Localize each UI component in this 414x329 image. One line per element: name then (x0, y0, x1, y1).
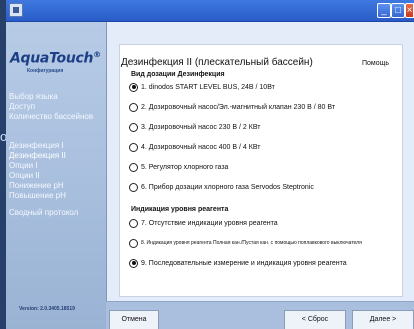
radio-option-label: 2. Дозировочный насос/Эл.-магнитный клап… (141, 103, 336, 111)
logo: AquaTouch® (10, 50, 101, 67)
nav-group-settings: Дезинфекция I Дезинфекция II Опции I Опц… (9, 141, 66, 201)
radio-icon (129, 238, 138, 248)
radio-option-label: 5. Регулятор хлорного газа (141, 163, 229, 171)
section-level-title: Индикация уровня реагента (131, 206, 229, 213)
radio-option-7[interactable]: 7. Отсутствие индикации уровня реагента (129, 217, 278, 229)
radio-icon (129, 142, 138, 152)
radio-icon (129, 122, 138, 132)
sidebar-item-disinfection-2[interactable]: Дезинфекция II (9, 151, 66, 161)
app-window: _ □ × AquaTouch® Конфигурация Выбор язык… (6, 0, 414, 329)
cancel-button[interactable]: Отмена (109, 310, 159, 329)
page-title: Дезинфекция II (плескательный бассейн) (121, 57, 313, 68)
nav-group-general: Выбор языка Доступ Количество бассейнов (9, 92, 93, 122)
help-link[interactable]: Помощь (362, 60, 389, 67)
sidebar-item-ph-up[interactable]: Повышение pH (9, 191, 66, 201)
radio-option-label: 9. Последовательные измерение и индикаци… (141, 259, 347, 267)
radio-option-6[interactable]: 6. Прибор дозации хлорного газа Servodos… (129, 181, 314, 193)
radio-icon (129, 102, 138, 112)
radio-icon (129, 182, 138, 192)
section-dosing-title: Вид дозации Дезинфекция (131, 71, 225, 78)
maximize-button[interactable]: □ (391, 3, 405, 18)
radio-option-label: 1. dinodos START LEVEL BUS, 24В / 10Вт (141, 83, 275, 91)
radio-option-3[interactable]: 3. Дозировочный насос 230 В / 2 КВт (129, 121, 260, 133)
radio-icon (129, 218, 138, 228)
minimize-button[interactable]: _ (377, 3, 391, 18)
radio-option-8[interactable]: 8. Индикация уровня реагента Полная кан.… (129, 237, 362, 249)
sidebar-item-summary[interactable]: Сводный протокол (9, 208, 78, 218)
radio-selected-icon (129, 258, 138, 268)
radio-selected-icon (129, 82, 138, 92)
sidebar-item-language[interactable]: Выбор языка (9, 92, 93, 102)
sidebar-item-access[interactable]: Доступ (9, 102, 93, 112)
close-button[interactable]: × (405, 3, 414, 18)
sidebar-item-ph-down[interactable]: Понижение pH (9, 181, 66, 191)
radio-option-9[interactable]: 9. Последовательные измерение и индикаци… (129, 257, 347, 269)
nav-group-summary: Сводный протокол (9, 208, 78, 218)
radio-option-label: 3. Дозировочный насос 230 В / 2 КВт (141, 123, 261, 131)
radio-option-1[interactable]: 1. dinodos START LEVEL BUS, 24В / 10Вт (129, 81, 275, 93)
radio-option-5[interactable]: 5. Регулятор хлорного газа (129, 161, 228, 173)
radio-icon (129, 162, 138, 172)
sidebar-item-disinfection-1[interactable]: Дезинфекция I (9, 141, 66, 151)
radio-option-label: 8. Индикация уровня реагента Полная кан.… (141, 240, 362, 246)
radio-option-4[interactable]: 4. Дозировочный насос 400 В / 4 КВт (129, 141, 260, 153)
sidebar-item-pool-count[interactable]: Количество бассейнов (9, 112, 93, 122)
radio-option-label: 6. Прибор дозации хлорного газа Servodos… (141, 183, 314, 191)
reset-button[interactable]: < Сброс (284, 310, 346, 329)
main-content: Дезинфекция II (плескательный бассейн) П… (106, 22, 414, 301)
logo-subtitle: Конфигурация (27, 68, 64, 74)
sidebar: AquaTouch® Конфигурация Выбор языка Дост… (6, 22, 106, 329)
version-label: Version: 2.0.3405.18519 (19, 306, 75, 312)
footer-bar: Отмена < Сброс Далее > (106, 301, 414, 329)
app-icon (9, 3, 23, 17)
radio-option-label: 7. Отсутствие индикации уровня реагента (141, 219, 278, 227)
radio-option-2[interactable]: 2. Дозировочный насос/Эл.-магнитный клап… (129, 101, 335, 113)
sidebar-item-options-2[interactable]: Опции II (9, 171, 66, 181)
next-button[interactable]: Далее > (352, 310, 414, 329)
sidebar-item-options-1[interactable]: Опции I (9, 161, 66, 171)
radio-option-label: 4. Дозировочный насос 400 В / 4 КВт (141, 143, 261, 151)
title-bar: _ □ × (6, 0, 414, 22)
